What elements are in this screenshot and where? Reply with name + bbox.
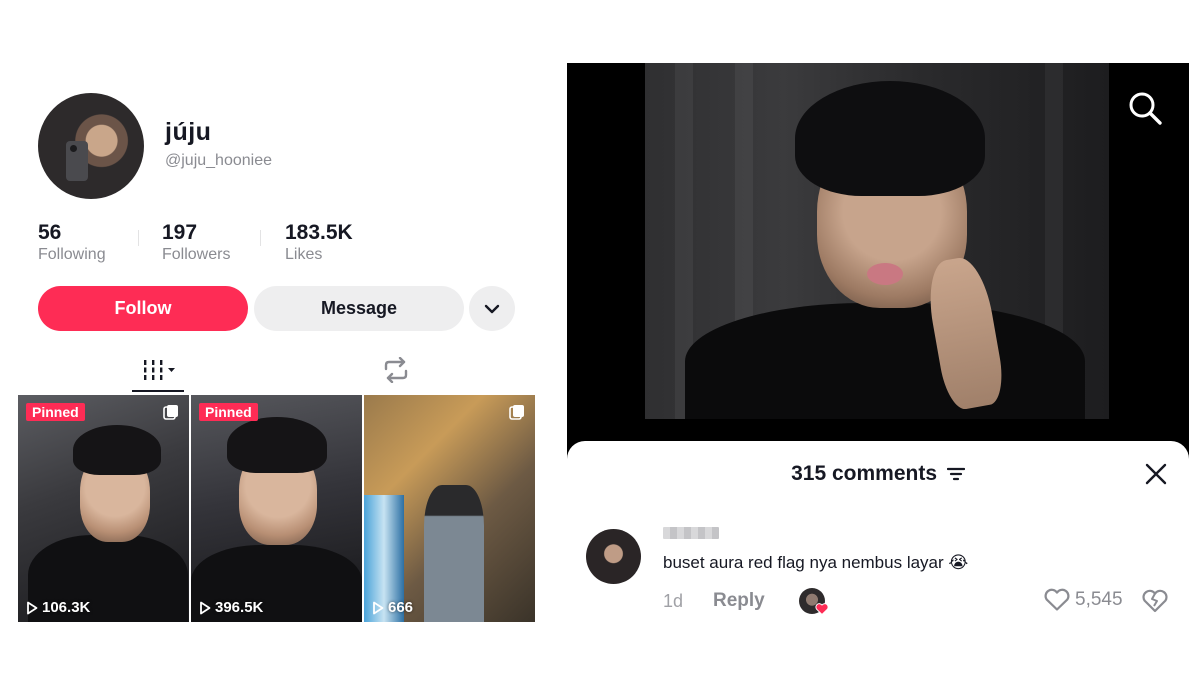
- view-count-value: 396.5K: [215, 599, 264, 616]
- stat-followers-label: Followers: [162, 246, 231, 263]
- stat-divider: [260, 230, 261, 246]
- play-icon: [373, 601, 384, 614]
- video-thumbnail[interactable]: Pinned 106.3K: [18, 395, 189, 622]
- reply-button[interactable]: Reply: [713, 590, 765, 612]
- stat-following[interactable]: 56 Following: [38, 221, 106, 265]
- thumbnail-hair: [73, 425, 161, 475]
- view-count: 396.5K: [199, 599, 263, 616]
- video-figure-tongue: [867, 263, 903, 285]
- heart-outline-icon: [1044, 588, 1070, 611]
- view-count: 106.3K: [26, 599, 90, 616]
- more-options-button[interactable]: [469, 286, 515, 331]
- tab-videos[interactable]: [130, 352, 190, 388]
- video-frame: [645, 63, 1109, 419]
- carousel-icon: [163, 405, 178, 420]
- stat-followers-value: 197: [162, 221, 198, 244]
- profile-name: júju: [165, 118, 212, 146]
- stat-likes[interactable]: 183.5K Likes: [285, 221, 353, 265]
- commenter-username-blurred[interactable]: [663, 527, 719, 539]
- videos-grid-icon: [144, 360, 175, 380]
- carousel-icon: [509, 405, 524, 420]
- creator-liked-avatar: [799, 588, 829, 616]
- profile-handle: @juju_hooniee: [165, 152, 272, 169]
- comment-text: buset aura red flag nya nembus layar 😭: [663, 553, 969, 572]
- repost-icon: [384, 357, 408, 383]
- pinned-badge: Pinned: [199, 403, 258, 421]
- dislike-broken-heart-icon[interactable]: [1141, 588, 1169, 614]
- sort-filter-icon[interactable]: [946, 467, 965, 481]
- comments-header: 315 comments: [567, 462, 1189, 486]
- video-thumbnail[interactable]: 666: [364, 395, 535, 622]
- search-icon[interactable]: [1127, 90, 1163, 126]
- stat-likes-label: Likes: [285, 246, 323, 263]
- video-thumbnail[interactable]: Pinned 396.5K: [191, 395, 362, 622]
- view-count: 666: [372, 599, 413, 616]
- profile-avatar[interactable]: [38, 93, 144, 199]
- profile-panel: júju @juju_hooniee 56 Following 197 Foll…: [0, 0, 555, 690]
- view-count-value: 666: [388, 599, 414, 616]
- like-comment-button[interactable]: 5,545: [1043, 588, 1123, 612]
- play-icon: [27, 601, 38, 614]
- phone-in-avatar: [66, 141, 88, 181]
- like-count: 5,545: [1075, 589, 1123, 610]
- chevron-down-icon: [484, 304, 500, 313]
- play-icon: [200, 601, 211, 614]
- video-figure-hair: [795, 81, 985, 196]
- thumbnail-hair: [227, 417, 327, 473]
- view-count-value: 106.3K: [42, 599, 91, 616]
- stat-divider: [138, 230, 139, 246]
- stat-followers[interactable]: 197 Followers: [162, 221, 230, 265]
- commenter-avatar[interactable]: [586, 529, 641, 584]
- tab-reposts[interactable]: [366, 352, 426, 388]
- pinned-badge: Pinned: [26, 403, 85, 421]
- video-figure-shirt: [685, 303, 1085, 419]
- comments-sheet: 315 comments buset aura red flag nya nem…: [567, 441, 1189, 690]
- follow-button[interactable]: Follow: [38, 286, 248, 331]
- close-icon[interactable]: [1145, 463, 1167, 485]
- stat-following-value: 56: [38, 221, 62, 244]
- heart-icon: [815, 603, 829, 616]
- stat-following-label: Following: [38, 246, 106, 263]
- comment-timestamp: 1d: [663, 591, 684, 611]
- message-button[interactable]: Message: [254, 286, 464, 331]
- stat-likes-value: 183.5K: [285, 221, 353, 244]
- thumbnail-figure: [424, 485, 484, 622]
- active-tab-indicator: [132, 390, 184, 392]
- comments-count: 315 comments: [791, 462, 938, 485]
